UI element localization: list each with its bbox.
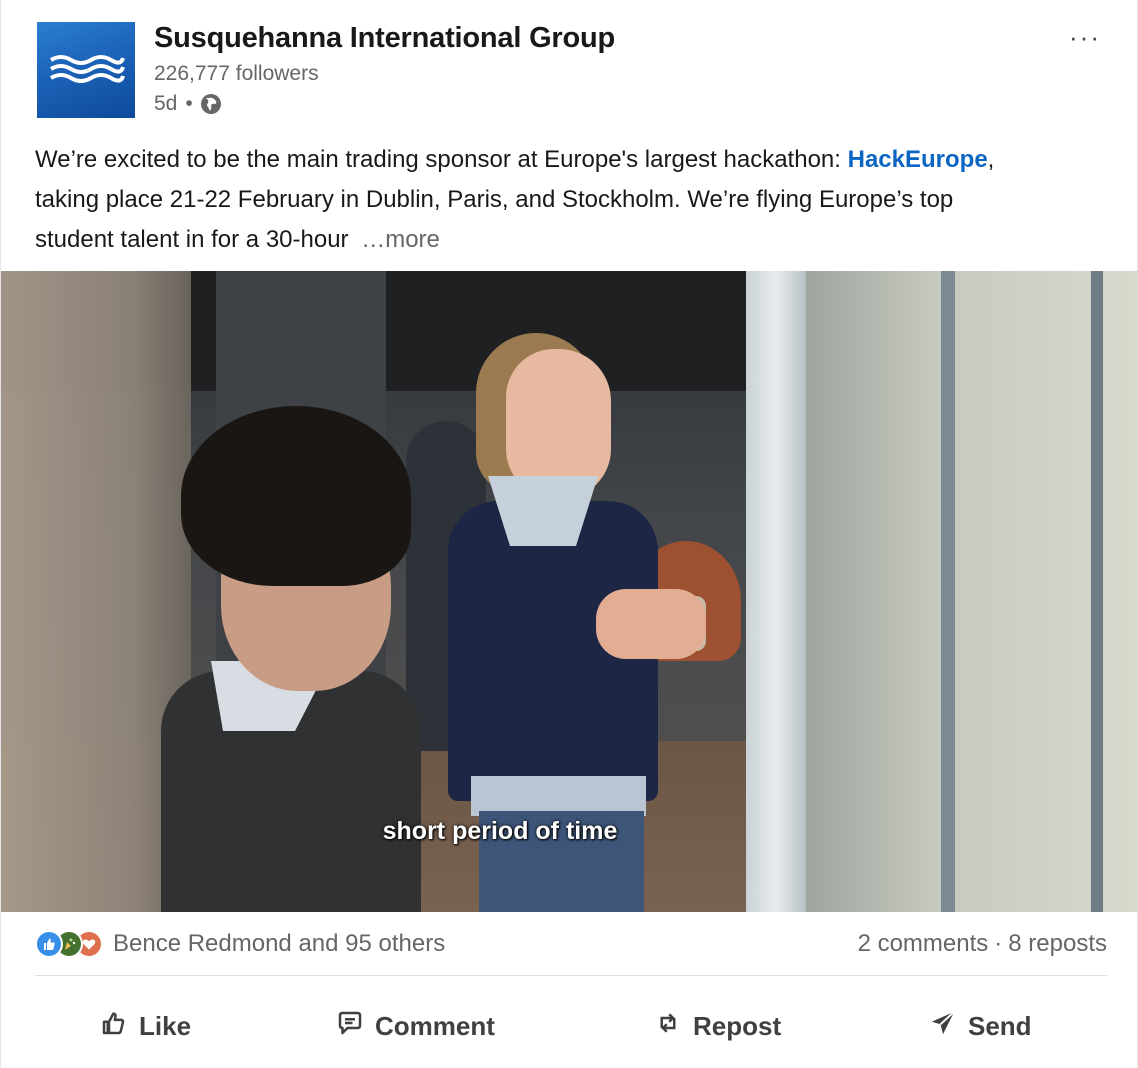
overflow-menu-icon[interactable]: ··· (1069, 22, 1101, 53)
send-button[interactable]: Send (928, 1000, 1032, 1052)
send-label: Send (968, 1010, 1032, 1041)
video-glass-wall (806, 271, 1138, 912)
video-woman-hands (596, 589, 706, 659)
comments-count-link[interactable]: 2 comments (858, 930, 989, 957)
meta-dot: • (185, 92, 193, 115)
video-glass-frame (941, 271, 955, 912)
engagement-counts: 2 comments · 8 reposts (858, 930, 1107, 958)
hackeurope-link[interactable]: HackEurope (848, 146, 988, 173)
post-body-text: We’re excited to be the main trading spo… (35, 140, 1035, 260)
like-label: Like (139, 1010, 192, 1041)
company-name-link[interactable]: Susquehanna International Group (154, 22, 615, 55)
see-more-link[interactable]: …more (361, 226, 440, 253)
comment-label: Comment (375, 1010, 495, 1041)
repost-button[interactable]: Repost (653, 1000, 781, 1052)
video-white-pillar (746, 271, 806, 912)
video-woman-shirt (471, 776, 646, 816)
post-age: 5d (154, 92, 178, 115)
reactions-summary[interactable]: Bence Redmond and 95 others (35, 930, 445, 958)
post-header: Susquehanna International Group 226,777 … (1, 0, 1137, 130)
video-man-hair (181, 406, 411, 586)
repost-label: Repost (693, 1010, 782, 1041)
social-counts: Bence Redmond and 95 others 2 comments · 8… (35, 928, 1107, 964)
comment-bubble-icon (335, 1008, 375, 1045)
actions-divider (35, 975, 1107, 976)
post-meta: 5d • (154, 92, 223, 116)
follower-count: 226,777 followers (154, 62, 319, 85)
post-text-part-1: We’re excited to be the main trading spo… (35, 146, 848, 173)
post-video[interactable]: short period of time (1, 271, 1138, 912)
globe-icon (199, 92, 223, 116)
counts-separator: · (994, 930, 1003, 957)
company-logo[interactable] (37, 22, 135, 118)
like-button[interactable]: Like (99, 1000, 191, 1052)
thumbs-up-icon (99, 1008, 139, 1045)
post-actions-bar: Like Comment Repost Send (1, 990, 1138, 1060)
send-paper-plane-icon (928, 1008, 968, 1045)
repost-arrows-icon (653, 1008, 693, 1045)
video-glass-frame (1091, 271, 1103, 912)
video-subtitle-text: short period of time (382, 817, 618, 845)
feed-post-card: Susquehanna International Group 226,777 … (0, 0, 1138, 1068)
like-reaction-icon (35, 930, 63, 958)
reposts-count-link[interactable]: 8 reposts (1008, 930, 1107, 957)
video-subtitle: short period of time (1, 817, 1138, 846)
reactions-names-link[interactable]: Bence Redmond and 95 others (113, 930, 445, 958)
comment-button[interactable]: Comment (335, 1000, 495, 1052)
